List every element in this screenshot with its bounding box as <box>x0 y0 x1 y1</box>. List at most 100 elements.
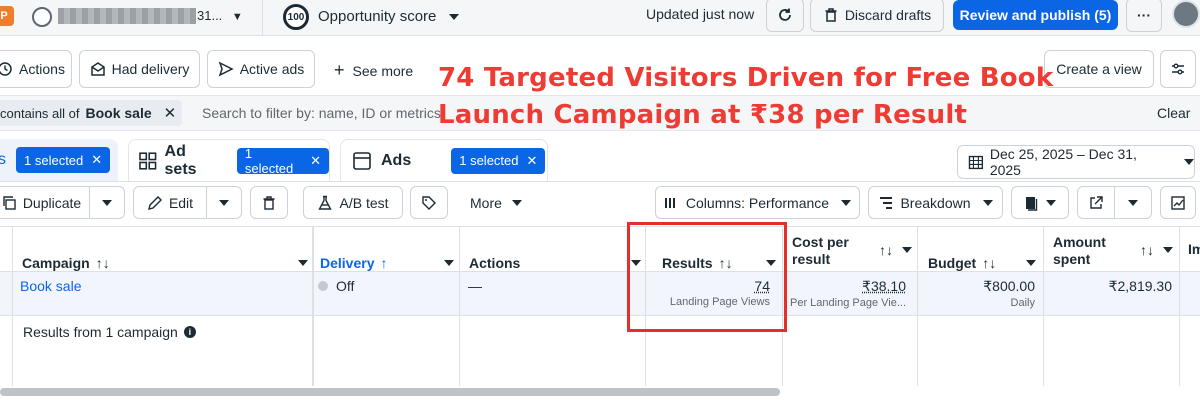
tab-ads-pill-label: 1 selected <box>459 153 519 168</box>
tab-campaigns-pill-label: 1 selected <box>24 152 84 168</box>
export-dropdown-button[interactable] <box>1114 186 1152 219</box>
opportunity-score-dropdown[interactable]: Opportunity score <box>318 8 459 25</box>
more-options-button[interactable]: ··· <box>1126 0 1162 32</box>
duplicate-button[interactable]: Duplicate <box>0 186 90 219</box>
tab-campaigns-selected-pill: 1 selected ✕ <box>16 147 111 173</box>
duplicate-dropdown-button[interactable] <box>89 186 125 219</box>
send-icon <box>218 61 234 77</box>
more-label: More <box>470 195 502 211</box>
column-header-actions-label: Actions <box>469 254 521 271</box>
account-suffix-text: 31... <box>197 8 223 23</box>
chevron-down-icon <box>102 199 112 206</box>
quickfilter-had-delivery-label: Had delivery <box>111 61 190 77</box>
date-range-picker[interactable]: Dec 25, 2025 – Dec 31, 2025 <box>957 145 1195 179</box>
copy-icon <box>3 195 16 210</box>
tab-ads-label: Ads <box>381 151 412 169</box>
tab-campaigns-icon: s <box>0 151 6 168</box>
see-more-button[interactable]: + See more <box>334 60 413 81</box>
delete-button[interactable] <box>250 186 288 219</box>
refresh-button[interactable] <box>766 0 804 32</box>
budget-type: Daily <box>1010 297 1035 309</box>
quickfilter-actions[interactable]: Actions <box>0 50 72 88</box>
duplicate-label: Duplicate <box>22 194 82 211</box>
discard-drafts-button[interactable]: Discard drafts <box>810 0 944 32</box>
tab-ads[interactable]: Ads 1 selected ✕ <box>340 139 548 181</box>
pencil-icon <box>147 195 162 210</box>
close-icon[interactable]: ✕ <box>310 153 321 169</box>
chevron-down-icon <box>1026 259 1036 266</box>
create-view-button[interactable]: Create a view <box>1044 50 1154 88</box>
tab-ad-sets[interactable]: Ad sets 1 selected ✕ <box>128 139 330 181</box>
chevron-down-icon <box>448 14 459 21</box>
sort-icon: ↑↓ <box>879 242 893 258</box>
edit-button[interactable]: Edit <box>133 186 207 219</box>
charts-button[interactable] <box>1160 186 1196 219</box>
results-summary-label: Results from 1 campaign <box>23 324 178 340</box>
breakdown-button[interactable]: Breakdown <box>868 186 1003 219</box>
tag-button[interactable] <box>410 186 448 219</box>
cost-per-result-value[interactable]: ₹38.10 <box>786 278 906 295</box>
column-divider <box>1043 226 1044 386</box>
budget-value[interactable]: ₹800.00 <box>920 278 1035 295</box>
sliders-icon <box>1172 63 1184 75</box>
column-header-amount-line2: spent <box>1053 251 1091 267</box>
info-icon[interactable]: i <box>183 326 196 338</box>
review-and-publish-button[interactable]: Review and publish (5) <box>953 0 1118 30</box>
tab-ad-sets-label: Ad sets <box>164 142 197 178</box>
results-highlight-box <box>627 222 787 332</box>
campaign-name-link[interactable]: Book sale <box>20 278 81 294</box>
history-icon <box>0 62 12 76</box>
cost-per-result-cell: ₹38.10 Per Landing Page Vie... <box>786 278 906 309</box>
user-avatar[interactable] <box>1172 0 1200 28</box>
close-icon[interactable]: ✕ <box>164 104 177 122</box>
sort-ascending-icon: ↑ <box>380 254 388 271</box>
clear-filters-button[interactable]: Clear <box>1157 105 1190 121</box>
chevron-down-icon <box>444 259 454 266</box>
chevron-down-icon <box>982 199 993 206</box>
filter-chip-value: Book sale <box>85 105 152 121</box>
delivery-status: Off <box>318 278 354 294</box>
columns-button[interactable]: Columns: Performance <box>655 186 860 219</box>
updated-status: Updated just now <box>646 6 755 22</box>
account-divider <box>262 0 263 36</box>
calendar-icon <box>968 155 984 170</box>
column-header-amount-spent[interactable]: Amount spent ↑↓ <box>1053 234 1175 279</box>
tab-ads-selected-pill: 1 selected ✕ <box>451 147 546 174</box>
close-icon[interactable]: ✕ <box>527 153 538 169</box>
quickfilter-active-ads[interactable]: Active ads <box>207 50 315 88</box>
column-header-amount-line1: Amount <box>1053 234 1106 250</box>
account-name-redacted <box>58 8 196 24</box>
account-badge[interactable]: P <box>0 6 14 26</box>
reports-button[interactable] <box>1011 186 1069 219</box>
tabs-divider <box>0 181 1200 182</box>
chevron-down-icon <box>902 247 912 253</box>
chevron-down-icon <box>1128 199 1138 206</box>
account-name-suffix[interactable]: 31... ▼ <box>197 8 243 23</box>
export-button[interactable] <box>1077 186 1115 219</box>
close-icon[interactable]: ✕ <box>91 152 102 168</box>
more-button[interactable]: More <box>470 195 522 211</box>
filter-chip[interactable]: contains all of Book sale ✕ <box>0 100 183 126</box>
ab-test-button[interactable]: A/B test <box>303 186 403 219</box>
breakdown-label: Breakdown <box>900 194 971 211</box>
discard-drafts-label: Discard drafts <box>844 7 932 23</box>
view-settings-button[interactable] <box>1160 50 1196 88</box>
column-header-actions[interactable]: Actions <box>469 240 641 285</box>
column-header-budget-label: Budget <box>928 254 977 271</box>
sort-icon: ↑↓ <box>982 254 997 271</box>
column-header-cost-per-result[interactable]: Cost per result ↑↓ <box>792 234 912 279</box>
date-range-label: Dec 25, 2025 – Dec 31, 2025 <box>989 146 1137 178</box>
tab-campaigns[interactable]: s 1 selected ✕ <box>0 139 118 181</box>
mail-open-icon <box>90 62 105 76</box>
refresh-icon <box>779 8 791 21</box>
plus-icon: + <box>334 60 345 80</box>
horizontal-scrollbar[interactable] <box>0 388 780 396</box>
grid-icon <box>139 151 157 170</box>
filter-search-input[interactable]: Search to filter by: name, ID or metrics <box>202 105 441 121</box>
ad-frame-icon <box>353 151 371 170</box>
flask-icon <box>318 195 333 210</box>
top-bar: P 31... ▼ 100 Opportunity score Updated … <box>0 0 1200 36</box>
edit-dropdown-button[interactable] <box>206 186 242 219</box>
quickfilter-had-delivery[interactable]: Had delivery <box>79 50 200 88</box>
column-header-truncated[interactable]: Im <box>1188 241 1200 286</box>
